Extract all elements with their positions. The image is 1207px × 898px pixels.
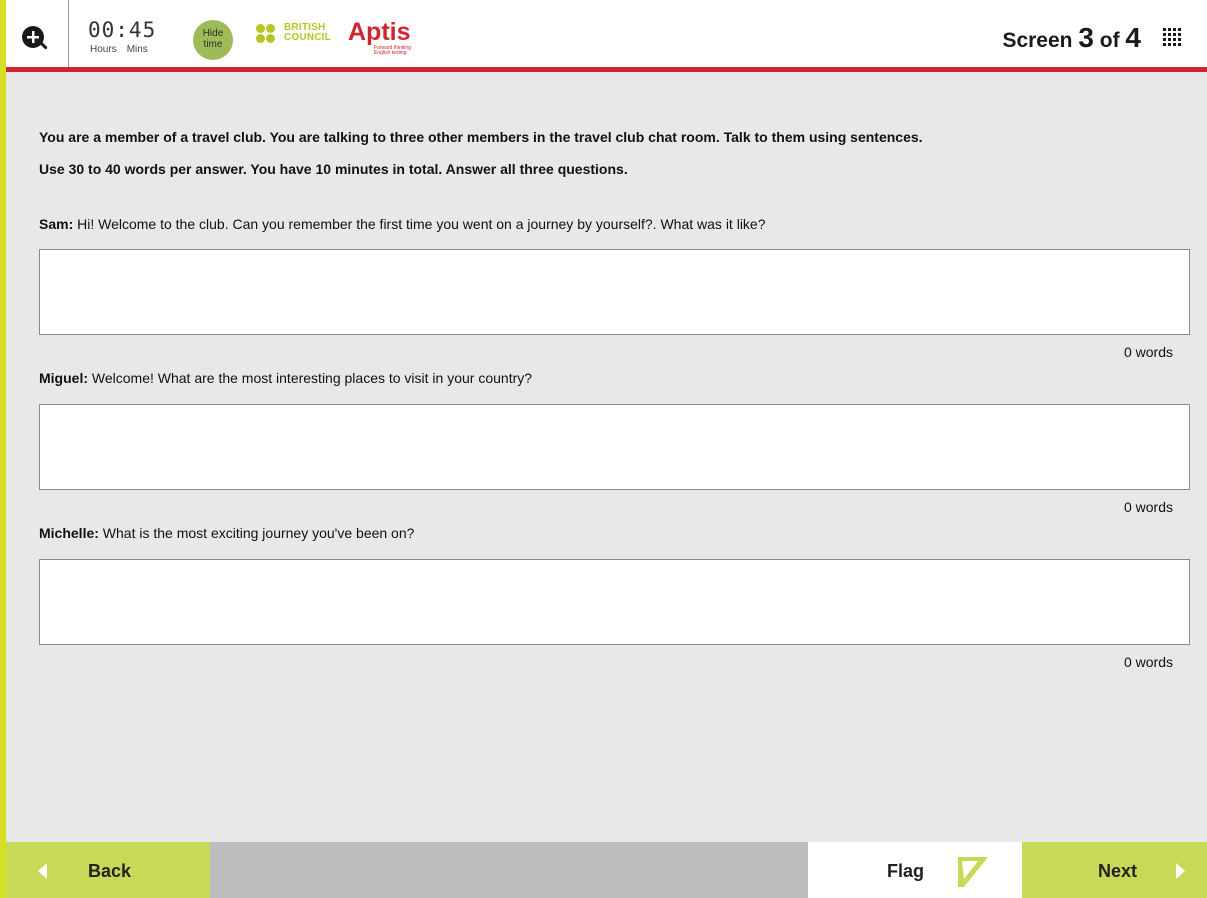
screen-progress: Screen 3 of 4 — [1002, 22, 1141, 53]
aptis-wordmark: Aptis — [348, 18, 411, 46]
speaker-name: Sam: — [39, 216, 74, 232]
footer-bar: Back Flag Next — [6, 842, 1207, 898]
timer-mins-label: Mins — [126, 44, 148, 55]
exam-window: 00:45 Hours Mins Hide time BRITISH COUNCI… — [6, 0, 1207, 898]
screen-total: 4 — [1125, 22, 1141, 53]
next-button[interactable]: Next — [1022, 842, 1207, 898]
question-text: What is the most exciting journey you've… — [98, 525, 415, 541]
flag-button[interactable]: Flag — [808, 842, 1022, 898]
british-council-aptis-logo: BRITISH COUNCIL Aptis Forward thinking E… — [256, 18, 436, 56]
word-count-michelle: 0 words — [1123, 654, 1173, 670]
answer-input-sam[interactable] — [39, 249, 1190, 335]
question-michelle: Michelle: What is the most exciting jour… — [39, 525, 414, 541]
question-sam: Sam: Hi! Welcome to the club. Can you re… — [39, 216, 766, 232]
british-council-wordmark: BRITISH COUNCIL — [284, 22, 331, 43]
british-council-dots-icon — [256, 24, 282, 44]
arrow-right-icon — [1176, 863, 1185, 879]
footer-spacer — [210, 842, 808, 898]
back-label: Back — [88, 861, 132, 881]
question-text: Hi! Welcome to the club. Can you remembe… — [73, 216, 766, 232]
instruction-line-2: Use 30 to 40 words per answer. You have … — [39, 161, 628, 177]
answer-input-michelle[interactable] — [39, 559, 1190, 645]
header-divider — [68, 0, 69, 67]
speaker-name: Michelle: — [39, 525, 99, 541]
timer-units: Hours Mins — [90, 44, 180, 55]
zoom-in-icon[interactable] — [22, 26, 48, 50]
back-button[interactable]: Back — [6, 842, 210, 898]
timer-hours-label: Hours — [90, 44, 117, 55]
word-count-miguel: 0 words — [1123, 499, 1173, 515]
question-miguel: Miguel: Welcome! What are the most inter… — [39, 370, 532, 386]
timer-value: 00:45 — [88, 18, 157, 42]
question-text: Welcome! What are the most interesting p… — [88, 370, 533, 386]
flag-label: Flag — [887, 861, 925, 881]
word-count-sam: 0 words — [1123, 344, 1173, 360]
grid-menu-icon[interactable] — [1163, 28, 1183, 46]
screen-current: 3 — [1078, 22, 1094, 53]
hide-time-button[interactable]: Hide time — [193, 20, 233, 60]
flag-icon — [958, 857, 988, 887]
aptis-tagline: Forward thinking English testing — [374, 45, 411, 56]
header-bar: 00:45 Hours Mins Hide time BRITISH COUNCI… — [6, 0, 1207, 72]
speaker-name: Miguel: — [39, 370, 88, 386]
answer-input-miguel[interactable] — [39, 404, 1190, 490]
next-label: Next — [1098, 861, 1138, 881]
arrow-left-icon — [38, 863, 47, 879]
instruction-line-1: You are a member of a travel club. You a… — [39, 129, 923, 145]
